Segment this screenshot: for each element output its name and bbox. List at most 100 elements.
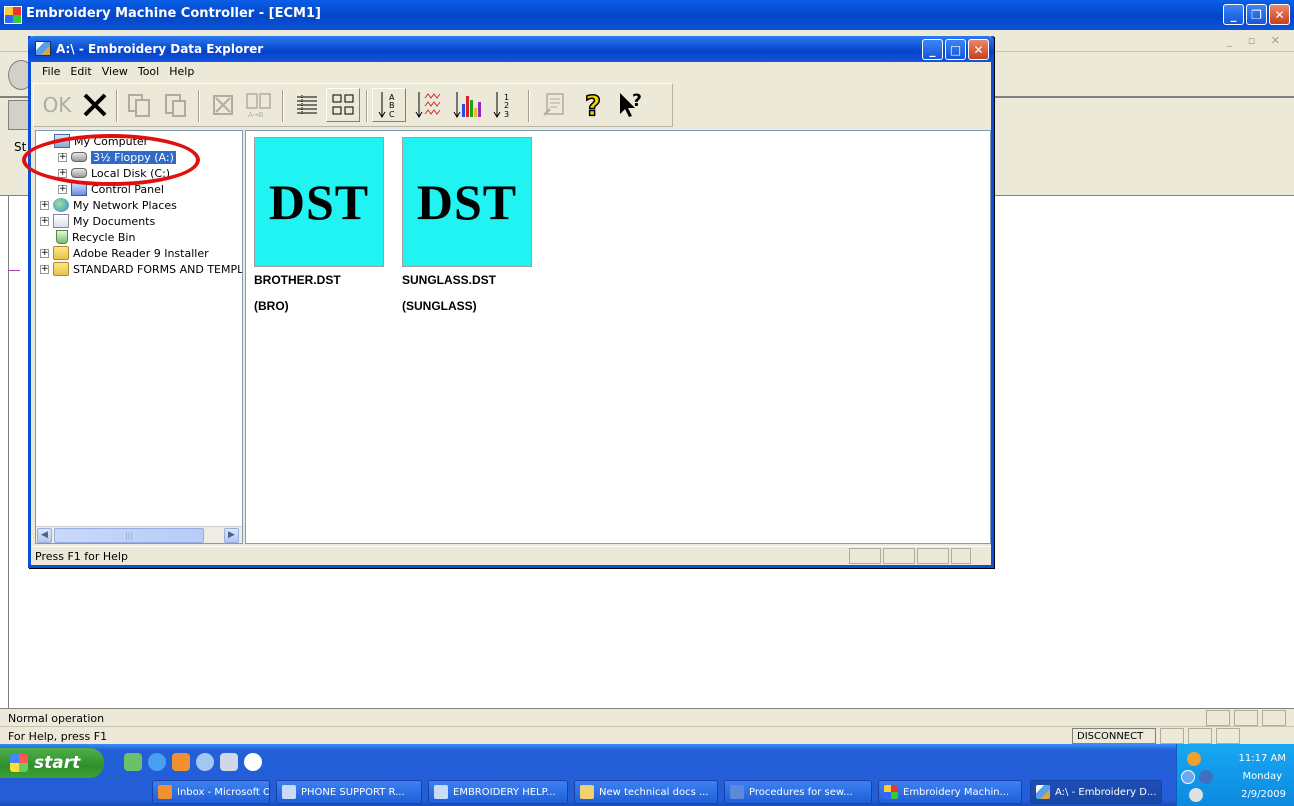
dst-thumbnail[interactable]: DST — [402, 137, 532, 267]
menu-view[interactable]: View — [97, 62, 133, 82]
tree-item-standard-forms[interactable]: + STANDARD FORMS AND TEMPLAT — [40, 261, 242, 277]
menu-edit[interactable]: Edit — [65, 62, 96, 82]
paste-button[interactable] — [158, 88, 192, 122]
tree-item-recycle-bin[interactable]: Recycle Bin — [56, 229, 135, 245]
tree-item-network[interactable]: + My Network Places — [40, 197, 177, 213]
clock-time[interactable]: 11:17 AM — [1239, 753, 1286, 764]
task-embroidery-help[interactable]: EMBROIDERY HELP... — [428, 780, 568, 804]
folder-tree[interactable]: My Computer + 3½ Floppy (A:) + Local Dis… — [35, 130, 243, 544]
task-embroidery-machine[interactable]: Embroidery Machin... — [878, 780, 1022, 804]
scroll-left-button[interactable]: ◀ — [37, 528, 52, 543]
explorer-close-button[interactable]: ✕ — [968, 39, 989, 60]
tree-item-floppy[interactable]: + 3½ Floppy (A:) — [58, 149, 176, 165]
network-tray-icon[interactable] — [1199, 770, 1213, 784]
explorer-app-icon — [1036, 785, 1050, 799]
clock-day: Monday — [1242, 771, 1282, 782]
task-label: Procedures for sew... — [749, 786, 853, 798]
clock-date: 2/9/2009 — [1241, 789, 1286, 800]
copy-icon — [128, 94, 150, 117]
data-explorer-window[interactable]: A:\ - Embroidery Data Explorer _ □ ✕ Fil… — [28, 36, 994, 568]
task-phone-support[interactable]: PHONE SUPPORT R... — [276, 780, 422, 804]
explorer-maximize-button[interactable]: □ — [945, 39, 966, 60]
tree-item-label: My Documents — [73, 214, 156, 228]
sort-name-button[interactable]: ABC — [372, 88, 406, 122]
file-item-brother[interactable]: DST BROTHER.DST (BRO) — [254, 137, 388, 313]
search-icon[interactable] — [196, 753, 214, 771]
sort-color-button[interactable] — [450, 88, 484, 122]
sort-number-button[interactable]: 123 — [488, 88, 522, 122]
expand-toggle[interactable]: + — [58, 184, 67, 194]
tree-item-label: My Network Places — [73, 198, 177, 212]
menu-help[interactable]: Help — [164, 62, 199, 82]
app-status-bar: Normal operation — [0, 708, 1294, 726]
help-button[interactable]: ? — [576, 88, 610, 123]
expand-toggle[interactable]: + — [58, 168, 67, 178]
explorer-menubar: File Edit View Tool Help — [31, 62, 991, 82]
media-icon[interactable] — [220, 753, 238, 771]
details-view-button[interactable] — [290, 88, 324, 122]
ok-button[interactable]: OK — [38, 88, 76, 122]
task-embroidery-explorer[interactable]: A:\ - Embroidery D... — [1030, 780, 1162, 804]
start-button[interactable]: start — [0, 748, 104, 778]
scroll-thumb[interactable]: ||| — [54, 528, 204, 543]
app-help-text: For Help, press F1 — [8, 730, 108, 743]
properties-button[interactable] — [538, 88, 572, 122]
mdi-window-controls[interactable]: _ ▫ ✕ — [1227, 34, 1286, 47]
expand-toggle[interactable]: + — [40, 248, 49, 258]
tree-item-adobe[interactable]: + Adobe Reader 9 Installer — [40, 245, 209, 261]
computer-icon — [54, 134, 70, 148]
app-minimize-button[interactable]: _ — [1223, 4, 1244, 25]
document-icon — [434, 785, 448, 799]
clear-button[interactable] — [206, 88, 240, 122]
tray-app-icon[interactable] — [1187, 752, 1201, 766]
documents-icon — [53, 214, 69, 228]
app-restore-button[interactable]: ❐ — [1246, 4, 1267, 25]
scroll-right-button[interactable]: ▶ — [224, 528, 239, 543]
tree-item-control-panel[interactable]: + Control Panel — [58, 181, 164, 197]
expand-toggle[interactable]: + — [40, 200, 49, 210]
delete-x-icon — [83, 93, 107, 117]
menu-tool[interactable]: Tool — [133, 62, 164, 82]
recycle-bin-icon — [56, 230, 68, 244]
file-name: BROTHER.DST — [254, 273, 341, 287]
outlook-icon[interactable] — [172, 753, 190, 771]
tree-item-my-computer[interactable]: My Computer — [54, 133, 148, 149]
app-close-button[interactable]: ✕ — [1269, 4, 1290, 25]
explorer-titlebar[interactable]: A:\ - Embroidery Data Explorer _ □ ✕ — [28, 36, 994, 62]
windows-flag-icon — [10, 754, 28, 772]
tree-item-label: My Computer — [74, 134, 149, 148]
wireless-icon[interactable] — [1189, 788, 1203, 802]
compare-button[interactable]: A→B — [242, 88, 276, 122]
menu-file[interactable]: File — [37, 62, 65, 82]
pointer-help-icon: ? — [620, 91, 642, 117]
expand-toggle[interactable]: + — [58, 152, 67, 162]
task-inbox[interactable]: Inbox - Microsoft O... — [152, 780, 270, 804]
svg-text:A→B: A→B — [248, 111, 264, 119]
task-procedures[interactable]: Procedures for sew... — [724, 780, 872, 804]
task-label: PHONE SUPPORT R... — [301, 786, 405, 798]
sort-stitch-button[interactable] — [412, 88, 446, 122]
task-technical-docs[interactable]: New technical docs ... — [574, 780, 718, 804]
context-help-button[interactable]: ? — [614, 88, 648, 122]
app-titlebar[interactable]: Embroidery Machine Controller - [ECM1] _… — [0, 0, 1294, 30]
browser-icon[interactable] — [148, 753, 166, 771]
quick-launch — [124, 753, 262, 771]
dst-thumbnail[interactable]: DST — [254, 137, 384, 267]
explorer-minimize-button[interactable]: _ — [922, 39, 943, 60]
expand-toggle[interactable]: + — [40, 216, 49, 226]
app-launcher-icon[interactable] — [244, 753, 262, 771]
file-item-sunglass[interactable]: DST SUNGLASS.DST (SUNGLASS) — [402, 137, 536, 313]
tree-item-local-disk[interactable]: + Local Disk (C:) — [58, 165, 170, 181]
tree-horizontal-scrollbar[interactable]: ◀ ||| ▶ — [36, 526, 242, 543]
large-icons-button[interactable] — [326, 88, 360, 122]
svg-text:C: C — [389, 110, 395, 119]
expand-toggle[interactable]: + — [40, 264, 49, 274]
quick-launch-icon[interactable] — [124, 753, 142, 771]
app-help-bar: For Help, press F1 DISCONNECT — [0, 726, 1294, 744]
tray-expand-icon[interactable] — [1181, 770, 1195, 784]
delete-button[interactable] — [78, 88, 112, 122]
file-list-pane[interactable]: DST BROTHER.DST (BRO) DST SUNGLASS.DST (… — [245, 130, 991, 544]
details-view-icon — [297, 95, 317, 115]
copy-button[interactable] — [122, 88, 156, 122]
tree-item-documents[interactable]: + My Documents — [40, 213, 155, 229]
